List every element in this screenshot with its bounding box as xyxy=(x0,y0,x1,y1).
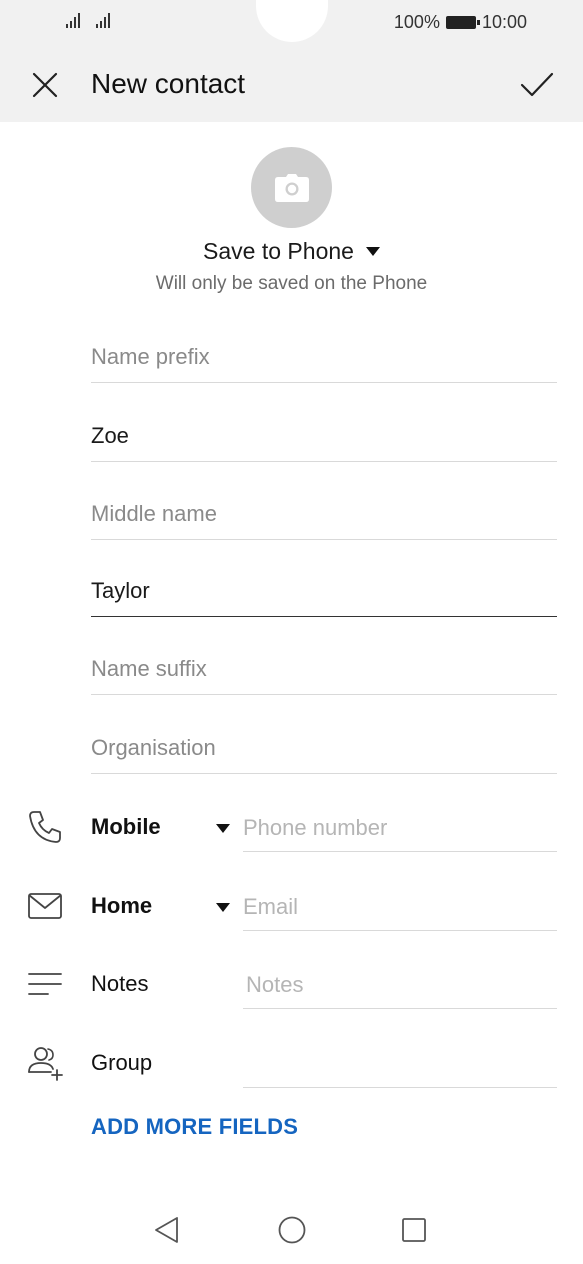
phone-number-input[interactable]: Phone number xyxy=(243,804,557,852)
save-location-label: Save to Phone xyxy=(203,238,354,264)
save-button[interactable] xyxy=(517,66,557,104)
dropdown-caret-icon xyxy=(365,247,380,256)
system-nav-bar xyxy=(0,1200,583,1260)
notes-icon xyxy=(28,973,62,995)
save-location-subtitle: Will only be saved on the Phone xyxy=(155,273,428,294)
email-input[interactable]: Email xyxy=(243,883,557,931)
check-icon xyxy=(520,72,554,97)
email-type-label[interactable]: Home xyxy=(91,893,152,919)
group-label: Group xyxy=(91,1050,153,1075)
close-button[interactable] xyxy=(26,66,64,104)
add-group-icon xyxy=(28,1047,63,1081)
recents-nav-icon[interactable] xyxy=(398,1214,430,1246)
group-selector[interactable] xyxy=(243,1040,557,1088)
back-nav-icon[interactable] xyxy=(151,1214,183,1246)
page-title: New contact xyxy=(91,68,246,99)
signal-icon xyxy=(64,10,84,28)
notes-input[interactable]: Notes xyxy=(243,961,557,1009)
app-header: New contact xyxy=(0,56,583,112)
signal-icon xyxy=(94,10,114,28)
add-more-fields-button[interactable]: ADD MORE FIELDS xyxy=(91,1114,298,1140)
clock: 10:00 xyxy=(481,12,527,32)
phone-type-caret-icon[interactable] xyxy=(216,824,230,833)
email-icon xyxy=(28,893,62,919)
email-type-caret-icon[interactable] xyxy=(216,903,230,912)
save-location-selector[interactable]: Save to Phone xyxy=(0,238,583,265)
camera-icon xyxy=(274,173,309,202)
phone-type-label[interactable]: Mobile xyxy=(91,814,161,840)
home-nav-icon[interactable] xyxy=(276,1214,308,1246)
close-icon xyxy=(32,72,58,98)
signal-indicators xyxy=(64,10,114,28)
status-right: 100% 10:00 xyxy=(394,12,527,33)
battery-percentage: 100% xyxy=(393,12,440,32)
battery-icon xyxy=(445,16,480,29)
middle-name-input[interactable]: Middle name xyxy=(91,488,557,540)
notes-label: Notes xyxy=(91,971,149,996)
first-name-input[interactable]: Zoe xyxy=(91,410,557,462)
name-prefix-input[interactable]: Name prefix xyxy=(91,331,557,383)
top-bar: 100% 10:00 New contact xyxy=(0,0,583,122)
last-name-input[interactable]: Taylor xyxy=(91,565,557,617)
camera-notch xyxy=(256,0,328,42)
name-suffix-input[interactable]: Name suffix xyxy=(91,643,557,695)
phone-icon xyxy=(29,811,61,843)
contact-photo-button[interactable] xyxy=(251,147,332,228)
organisation-input[interactable]: Organisation xyxy=(91,722,557,774)
